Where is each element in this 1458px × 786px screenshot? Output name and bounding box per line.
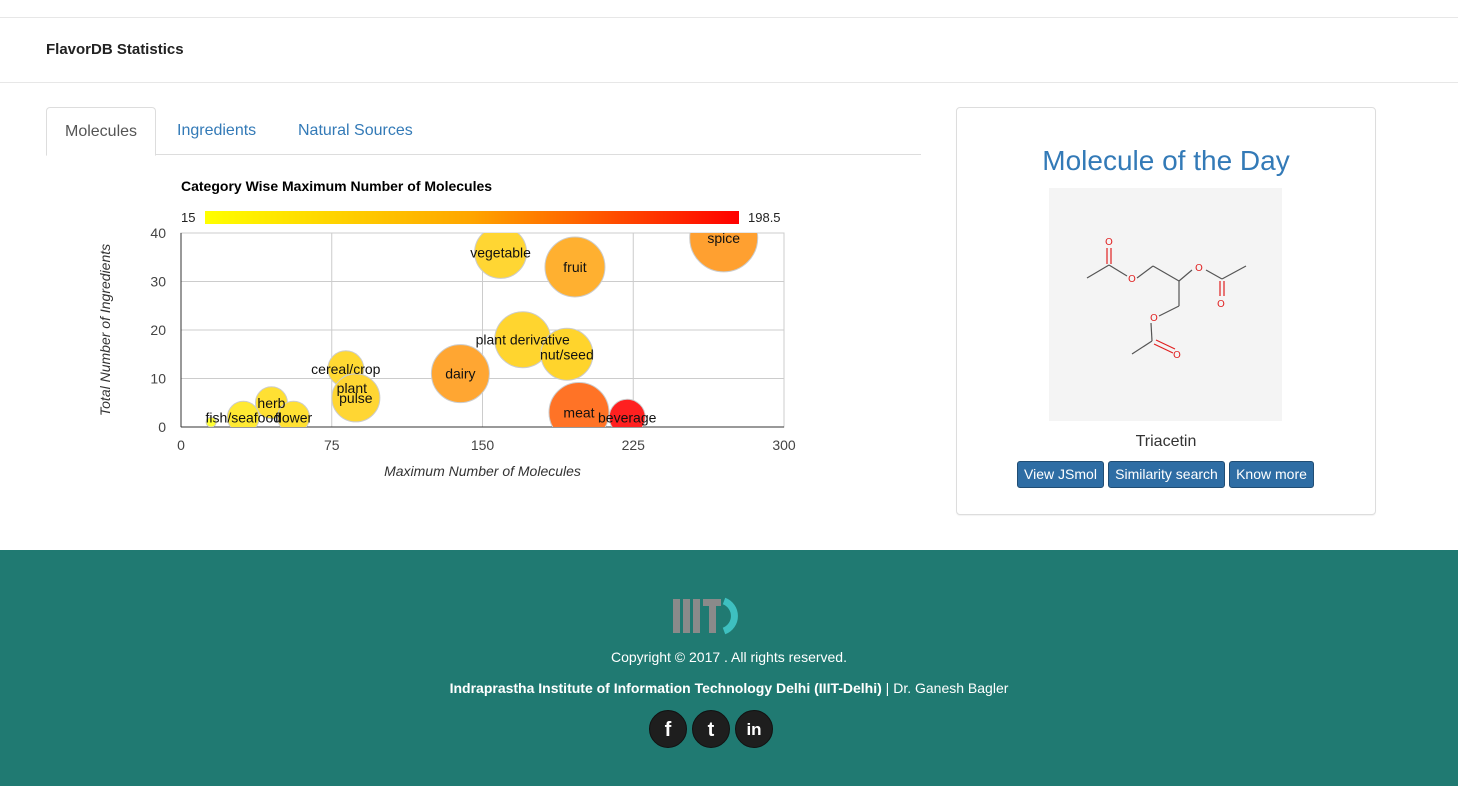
oxygen-atom-label: O xyxy=(1217,299,1225,310)
colorscale-bar xyxy=(205,211,739,224)
x-axis-label: Maximum Number of Molecules xyxy=(384,463,581,479)
twitter-icon[interactable]: t xyxy=(692,710,730,748)
facebook-icon[interactable]: f xyxy=(649,710,687,748)
bubble-label: fish/seafood xyxy=(206,409,282,425)
site-header: FlavorDB Statistics xyxy=(0,18,1458,83)
stats-tabs: Molecules Ingredients Natural Sources xyxy=(46,107,921,156)
iiitd-logo xyxy=(672,597,752,637)
view-jsmol-button[interactable]: View JSmol xyxy=(1017,461,1104,488)
page-title: FlavorDB Statistics xyxy=(46,41,184,58)
x-tick-label: 0 xyxy=(177,437,185,453)
bubble-label: vegetable xyxy=(470,244,531,260)
linkedin-icon[interactable]: in xyxy=(735,710,773,748)
x-tick-label: 75 xyxy=(324,437,340,453)
triacetin-structure-drawing: O O O O O O xyxy=(1086,237,1247,361)
y-tick-label: 30 xyxy=(150,274,166,290)
chart-svg: Category Wise Maximum Number of Molecule… xyxy=(97,178,796,479)
site-footer: Copyright © 2017 . All rights reserved. … xyxy=(0,550,1458,786)
chart-title: Category Wise Maximum Number of Molecule… xyxy=(181,178,492,194)
y-tick-label: 40 xyxy=(150,225,166,241)
colorscale-max-label: 198.5 xyxy=(748,210,781,225)
bubble-label: fruit xyxy=(563,259,586,275)
oxygen-atom-label: O xyxy=(1150,313,1158,324)
oxygen-atom-label: O xyxy=(1195,263,1203,274)
similarity-search-button[interactable]: Similarity search xyxy=(1108,461,1225,488)
know-more-button[interactable]: Know more xyxy=(1229,461,1314,488)
molecules-bubble-chart: Category Wise Maximum Number of Molecule… xyxy=(95,170,815,490)
molecule-structure-image: O O O O O O xyxy=(1049,188,1282,421)
bubble-label: nut/seed xyxy=(540,346,594,362)
molecule-name: Triacetin xyxy=(1135,433,1197,450)
bubble-label: pulse xyxy=(339,390,373,406)
social-links: f t in xyxy=(649,710,775,750)
y-axis-label: Total Number of Ingredients xyxy=(97,244,113,416)
molecule-of-the-day-panel: Molecule of the Day O O O O O O Triaceti… xyxy=(956,107,1376,515)
colorscale-min-label: 15 xyxy=(181,210,195,225)
tab-ingredients[interactable]: Ingredients xyxy=(159,107,274,155)
tab-natural-sources[interactable]: Natural Sources xyxy=(280,107,431,155)
copyright-text: Copyright © 2017 . All rights reserved. xyxy=(611,649,847,665)
x-tick-label: 300 xyxy=(772,437,796,453)
oxygen-atom-label: O xyxy=(1173,350,1181,361)
bubble-label: dairy xyxy=(445,366,475,382)
y-tick-label: 20 xyxy=(150,322,166,338)
institute-credit: Indraprastha Institute of Information Te… xyxy=(0,680,1458,696)
tab-molecules[interactable]: Molecules xyxy=(46,107,157,156)
x-tick-label: 225 xyxy=(622,437,646,453)
y-tick-label: 0 xyxy=(158,419,166,435)
bubble-label: meat xyxy=(563,404,594,420)
molecule-actions: View JSmol Similarity search Know more xyxy=(1017,461,1317,488)
molecule-panel-title: Molecule of the Day xyxy=(1042,145,1290,176)
bubble-label: spice xyxy=(707,230,740,246)
oxygen-atom-label: O xyxy=(1128,274,1136,285)
bubble-label: cereal/crop xyxy=(311,361,380,377)
x-tick-label: 150 xyxy=(471,437,495,453)
credit-separator: | xyxy=(881,680,894,696)
oxygen-atom-label: O xyxy=(1105,237,1113,248)
institute-name: Indraprastha Institute of Information Te… xyxy=(449,680,882,696)
author-name: Dr. Ganesh Bagler xyxy=(893,680,1009,696)
bubble-label: beverage xyxy=(598,409,657,425)
y-tick-label: 10 xyxy=(150,371,166,387)
